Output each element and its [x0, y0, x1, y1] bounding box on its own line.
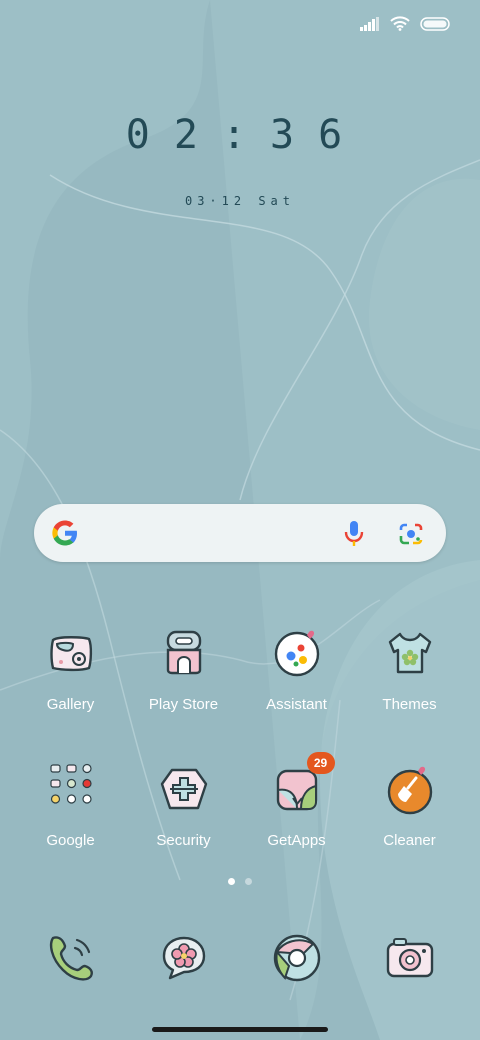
dock-browser[interactable]: [269, 930, 325, 986]
app-play-store[interactable]: Play Store: [127, 626, 240, 713]
app-label: Assistant: [266, 696, 327, 713]
app-label: Play Store: [148, 696, 219, 713]
app-getapps[interactable]: 29 GetApps: [240, 752, 353, 849]
phone-icon: [43, 936, 99, 990]
wifi-icon: [390, 16, 410, 35]
home-gesture-bar[interactable]: [152, 1027, 328, 1032]
app-cleaner[interactable]: Cleaner: [353, 762, 466, 849]
page-dot[interactable]: [245, 878, 252, 885]
google-lens-icon[interactable]: [398, 522, 424, 550]
gallery-icon: [43, 626, 99, 682]
getapps-icon: 29: [269, 752, 335, 818]
app-assistant[interactable]: Assistant: [240, 626, 353, 713]
app-label: GetApps: [267, 832, 326, 849]
app-security[interactable]: Security: [127, 762, 240, 849]
browser-icon: [269, 934, 325, 990]
messages-icon: [156, 936, 212, 990]
app-label: Themes: [382, 696, 437, 713]
app-themes[interactable]: Themes: [353, 626, 466, 713]
dock-phone[interactable]: [43, 930, 99, 986]
app-gallery[interactable]: Gallery: [14, 626, 127, 713]
status-bar: [360, 16, 450, 35]
google-folder-icon: [43, 762, 99, 818]
play-store-icon: [156, 626, 212, 682]
clock-date[interactable]: 03·12 Sat: [0, 194, 480, 208]
signal-bars-icon: [360, 16, 380, 35]
app-label: Google: [46, 832, 95, 849]
app-label: Security: [156, 832, 211, 849]
security-icon: [156, 762, 212, 818]
dock-messages[interactable]: [156, 930, 212, 986]
camera-icon: [382, 938, 438, 990]
app-label: Cleaner: [383, 832, 436, 849]
battery-icon: [420, 16, 450, 35]
google-g-icon: [50, 518, 80, 552]
clock-time[interactable]: 02:36: [0, 112, 480, 158]
assistant-icon: [269, 626, 325, 682]
cleaner-broom-icon: [382, 762, 438, 818]
page-indicator[interactable]: [0, 878, 480, 885]
page-dot-active[interactable]: [228, 878, 235, 885]
mic-icon[interactable]: [342, 520, 366, 552]
notification-badge: 29: [306, 752, 335, 774]
app-google-folder[interactable]: Google: [14, 762, 127, 849]
google-search-bar[interactable]: [34, 504, 446, 562]
app-label: Gallery: [46, 696, 95, 713]
themes-shirt-icon: [382, 626, 438, 682]
dock-camera[interactable]: [382, 930, 438, 986]
